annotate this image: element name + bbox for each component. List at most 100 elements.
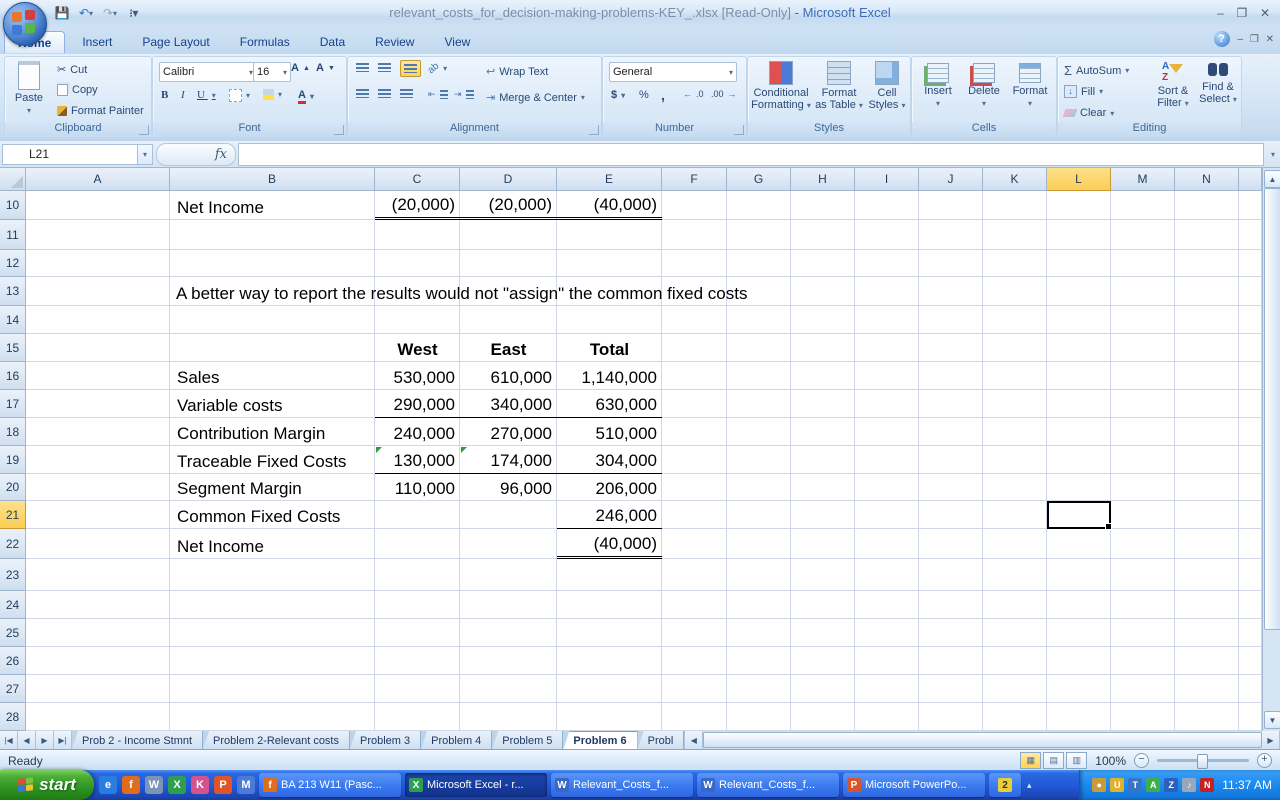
shrink-font-button[interactable]: A▼ [316, 62, 335, 74]
cell-D15[interactable]: East [460, 334, 557, 362]
grouped-tasks-button[interactable]: 2 [989, 773, 1021, 797]
cell-C19[interactable]: 130,000 [375, 446, 460, 474]
cell-D19[interactable]: 174,000 [460, 446, 557, 474]
selected-cell-L21[interactable] [1047, 501, 1111, 529]
row-header-21[interactable]: 21 [0, 501, 26, 529]
cell-C16[interactable]: 530,000 [375, 362, 460, 390]
currency-button[interactable]: $▾ [611, 89, 625, 101]
hscroll-left-icon[interactable]: ◀ [685, 731, 703, 749]
italic-button[interactable]: I [181, 89, 185, 101]
row-header-13[interactable]: 13 [0, 277, 26, 306]
expand-formula-bar-icon[interactable]: ▾ [1266, 150, 1280, 159]
prev-sheet-icon[interactable]: ◀ [18, 731, 36, 749]
insert-cells-button[interactable]: Insert▾ [918, 63, 958, 109]
zoom-out-icon[interactable]: − [1134, 753, 1149, 768]
taskbar-window-word[interactable]: WRelevant_Costs_f... [697, 773, 839, 797]
cell-C15[interactable]: West [375, 334, 460, 362]
name-box-dropdown-icon[interactable]: ▾ [138, 144, 153, 165]
column-header-B[interactable]: B [170, 168, 375, 191]
vertical-scrollbar[interactable]: ▲ ▼ [1262, 168, 1280, 731]
clear-button[interactable]: Clear▾ [1064, 107, 1114, 119]
comma-style-button[interactable]: , [661, 87, 665, 103]
cell-E10[interactable]: (40,000) [557, 191, 662, 220]
quick-launch-excel-icon[interactable]: X [168, 776, 186, 794]
ribbon-tab-page-layout[interactable]: Page Layout [129, 31, 222, 52]
format-cells-button[interactable]: Format▾ [1010, 63, 1050, 109]
cell-B19[interactable]: Traceable Fixed Costs [170, 446, 375, 474]
first-sheet-icon[interactable]: |◀ [0, 731, 18, 749]
alignment-dialog-launcher-icon[interactable] [589, 125, 599, 135]
cell-B17[interactable]: Variable costs [170, 390, 375, 418]
sheet-tab-problem-4[interactable]: Problem 4 [421, 731, 492, 749]
row-header-10[interactable]: 10 [0, 191, 26, 220]
row-header-23[interactable]: 23 [0, 559, 26, 591]
office-button[interactable] [3, 2, 47, 46]
zoom-level[interactable]: 100% [1095, 754, 1126, 768]
sheet-tab-problem-3[interactable]: Problem 3 [350, 731, 421, 749]
cell-B10[interactable]: Net Income [170, 191, 375, 220]
row-header-27[interactable]: 27 [0, 675, 26, 703]
cell-C17[interactable]: 290,000 [375, 390, 460, 418]
zoom-slider-thumb[interactable] [1197, 754, 1208, 769]
row-header-17[interactable]: 17 [0, 390, 26, 418]
cell-D20[interactable]: 96,000 [460, 474, 557, 501]
wrap-text-button[interactable]: ↩Wrap Text [486, 65, 548, 78]
cell-E18[interactable]: 510,000 [557, 418, 662, 446]
ribbon-tab-view[interactable]: View [431, 31, 483, 52]
orientation-button[interactable]: ab▾ [428, 63, 447, 74]
cell-B21[interactable]: Common Fixed Costs [170, 501, 375, 529]
row-header-25[interactable]: 25 [0, 619, 26, 647]
sheet-tab-problem-2-relevant-costs[interactable]: Problem 2-Relevant costs [203, 731, 350, 749]
align-right-button[interactable] [400, 89, 413, 98]
increase-indent-button[interactable]: ⇥ [454, 89, 474, 100]
tray-antivirus-icon[interactable]: A [1146, 778, 1160, 792]
quick-launch-password-manager-icon[interactable]: K [191, 776, 209, 794]
taskbar-window-powerpoint[interactable]: PMicrosoft PowerPo... [843, 773, 985, 797]
column-header-F[interactable]: F [662, 168, 727, 191]
cell-C20[interactable]: 110,000 [375, 474, 460, 501]
row-header-28[interactable]: 28 [0, 703, 26, 731]
row-header-12[interactable]: 12 [0, 250, 26, 277]
grow-font-button[interactable]: A▲ [291, 62, 310, 74]
delete-cells-button[interactable]: Delete▾ [964, 63, 1004, 109]
taskbar-window-excel[interactable]: XMicrosoft Excel - r... [405, 773, 547, 797]
column-header-H[interactable]: H [791, 168, 855, 191]
cell-B13[interactable]: A better way to report the results would… [176, 277, 747, 306]
taskbar-window-word[interactable]: WRelevant_Costs_f... [551, 773, 693, 797]
row-header-22[interactable]: 22 [0, 529, 26, 559]
underline-button[interactable]: U ▾ [197, 89, 216, 101]
horizontal-scroll-thumb[interactable] [703, 732, 1262, 748]
column-header-C[interactable]: C [375, 168, 460, 191]
ribbon-tab-insert[interactable]: Insert [69, 31, 125, 52]
row-header-15[interactable]: 15 [0, 334, 26, 362]
font-color-button[interactable]: A▾ [298, 89, 314, 104]
column-header-I[interactable]: I [855, 168, 919, 191]
bold-button[interactable]: B [161, 89, 168, 101]
taskbar-chevron-icon[interactable]: ▴ [1027, 780, 1032, 791]
cut-button[interactable]: ✂Cut [57, 63, 87, 76]
column-header-D[interactable]: D [460, 168, 557, 191]
tray-tools-icon[interactable]: T [1128, 778, 1142, 792]
formula-input[interactable] [238, 143, 1264, 166]
insert-function-button[interactable]: fx [156, 143, 236, 166]
sheet-tab-problem-5[interactable]: Problem 5 [492, 731, 563, 749]
column-header-L[interactable]: L [1047, 168, 1111, 191]
select-all-corner[interactable] [0, 168, 26, 191]
decrease-indent-button[interactable]: ⇤ [428, 89, 448, 100]
clipboard-dialog-launcher-icon[interactable] [139, 125, 149, 135]
sheet-tab-probl[interactable]: Probl [638, 731, 685, 749]
middle-align-button[interactable] [378, 63, 391, 72]
tray-shield-icon[interactable]: U [1110, 778, 1124, 792]
sheet-tab-problem-6[interactable]: Problem 6 [563, 731, 637, 749]
number-dialog-launcher-icon[interactable] [734, 125, 744, 135]
row-header-19[interactable]: 19 [0, 446, 26, 474]
workbook-controls[interactable]: – ❐ ✕ [1238, 34, 1276, 45]
font-name-select[interactable]: Calibri▾ [159, 62, 257, 82]
number-format-select[interactable]: General▾ [609, 62, 737, 82]
borders-button[interactable]: ▾ [229, 89, 250, 102]
quick-launch-internet-explorer-icon[interactable]: e [99, 776, 117, 794]
page-layout-view-button[interactable]: ▤ [1043, 752, 1064, 769]
column-header-A[interactable]: A [26, 168, 170, 191]
column-header-K[interactable]: K [983, 168, 1047, 191]
cell-styles-button[interactable]: CellStyles ▾ [866, 61, 908, 111]
